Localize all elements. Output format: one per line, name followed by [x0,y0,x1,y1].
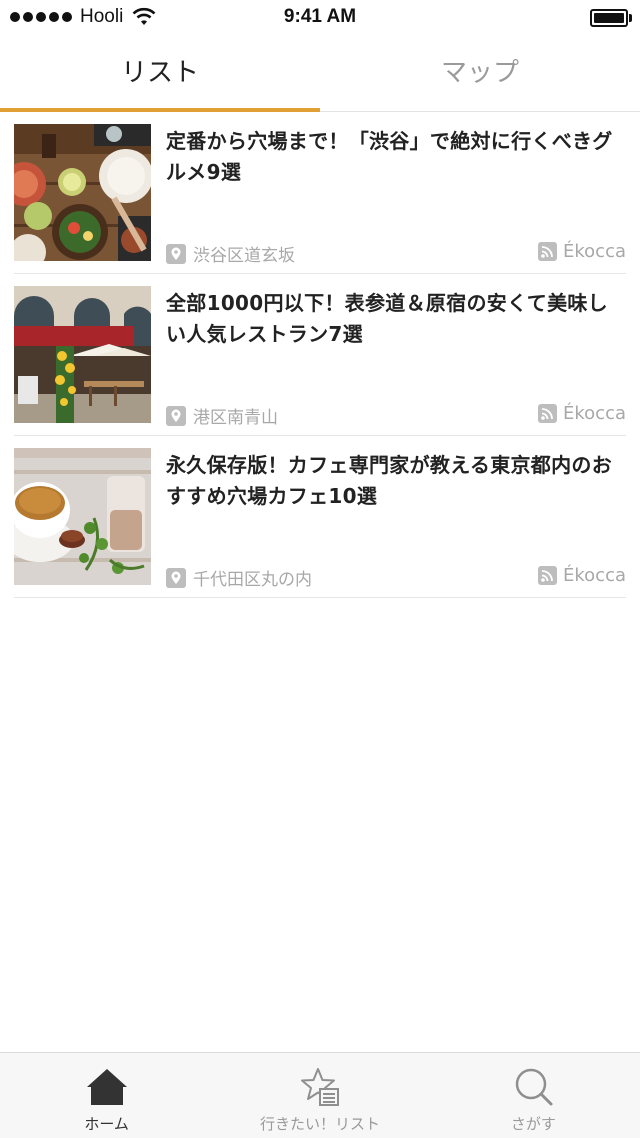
location-pin-icon [166,567,186,588]
article-meta: 港区南青山 Ékocca [166,403,626,428]
location-pin-icon [166,243,186,264]
restaurant-terrace-photo [14,286,151,423]
article-title: 全部1000円以下！表参道＆原宿の安くて美味しい人気レストラン7選 [166,291,608,346]
tab-home-label: ホーム [84,1115,129,1133]
tab-wishlist[interactable]: 行きたい！リスト [213,1053,426,1138]
food-table-photo [14,124,151,261]
view-tabs: リスト マップ [0,36,640,112]
list-item[interactable]: 全部1000円以下！表参道＆原宿の安くて美味しい人気レストラン7選 港区南青山 [14,274,626,436]
tab-list[interactable]: リスト [0,36,320,111]
article-meta: 千代田区丸の内 Ékocca [166,565,626,590]
status-bar: Hooli 9:41 AM [0,0,640,36]
battery-icon [590,9,632,27]
tab-list-label: リスト [120,58,199,88]
tab-map[interactable]: マップ [320,36,640,111]
article-list: 定番から穴場まで！「渋谷」で絶対に行くべきグルメ9選 渋谷区道玄坂 Ékocca… [0,112,640,598]
tab-map-label: マップ [440,58,519,88]
search-icon [516,1068,553,1106]
list-item[interactable]: 永久保存版！カフェ専門家が教える東京都内のおすすめ穴場カフェ10選 千代田区丸の… [14,436,626,598]
article-thumbnail [14,124,151,261]
source-text: Ékocca [563,241,626,262]
location-text: 港区南青山 [193,408,278,428]
tab-search[interactable]: さがす [427,1053,640,1138]
article-location: 港区南青山 [166,403,278,428]
list-item[interactable]: 定番から穴場まで！「渋谷」で絶対に行くべきグルメ9選 渋谷区道玄坂 Ékocca [14,112,626,274]
rss-icon [538,242,557,261]
article-thumbnail [14,286,151,423]
source-text: Ékocca [563,565,626,586]
article-thumbnail [14,448,151,585]
bottom-tab-bar: ホーム 行きたい！リスト さがす [0,1052,640,1138]
location-text: 千代田区丸の内 [193,570,312,590]
home-icon [86,1069,127,1105]
coffee-milk-photo [14,448,151,585]
rss-icon [538,566,557,585]
article-meta: 渋谷区道玄坂 Ékocca [166,241,626,266]
article-source: Ékocca [538,241,626,262]
article-title: 定番から穴場まで！「渋谷」で絶対に行くべきグルメ9選 [166,129,613,184]
tab-home[interactable]: ホーム [0,1053,213,1138]
article-location: 渋谷区道玄坂 [166,241,295,266]
tab-search-label: さがす [510,1115,556,1133]
clock: 9:41 AM [283,6,357,27]
rss-icon [538,404,557,423]
star-list-icon [300,1068,339,1106]
tab-wishlist-label: 行きたい！リスト [259,1115,380,1133]
article-location: 千代田区丸の内 [166,565,312,590]
source-text: Ékocca [563,403,626,424]
article-title: 永久保存版！カフェ専門家が教える東京都内のおすすめ穴場カフェ10選 [166,453,612,508]
article-source: Ékocca [538,565,626,586]
location-pin-icon [166,405,186,426]
location-text: 渋谷区道玄坂 [193,246,295,266]
article-source: Ékocca [538,403,626,424]
